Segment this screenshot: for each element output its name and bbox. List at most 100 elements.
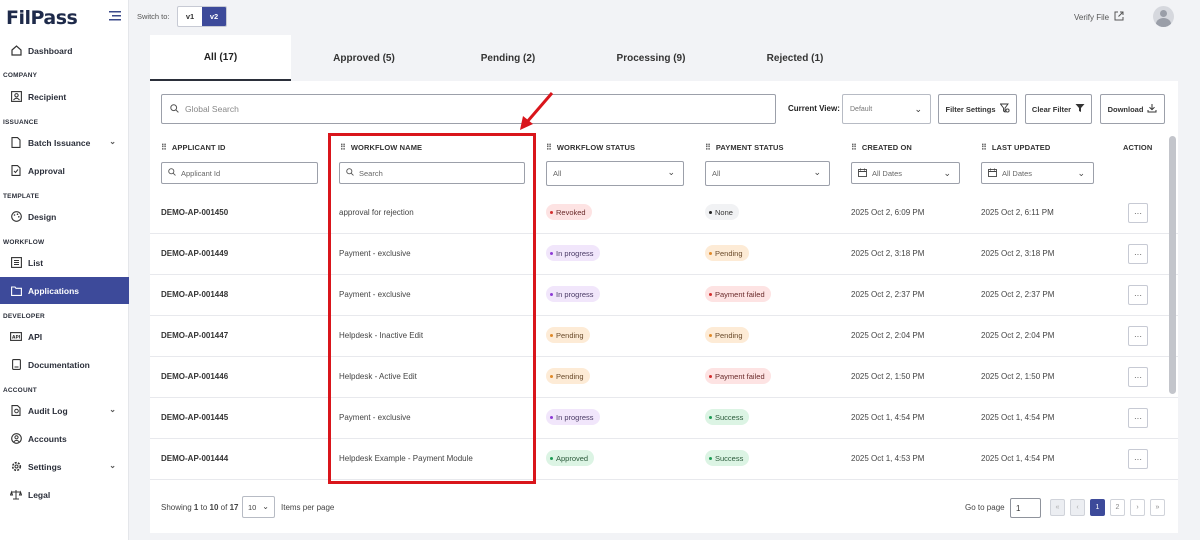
drag-handle-icon[interactable]: ⠿: [546, 143, 552, 152]
external-link-icon: [1114, 11, 1124, 23]
sidebar-item-documentation[interactable]: Documentation: [0, 351, 129, 378]
row-actions-button[interactable]: ···: [1128, 244, 1148, 264]
applicant-id-cell: DEMO-AP-001449: [161, 249, 229, 258]
verify-file-link[interactable]: Verify File: [1074, 11, 1124, 23]
column-title: PAYMENT STATUS: [715, 143, 784, 152]
go-to-page-input[interactable]: 1: [1010, 498, 1041, 518]
user-circle-icon: [10, 433, 22, 445]
sidebar-item-legal[interactable]: Legal: [0, 481, 129, 508]
filter-settings-button[interactable]: Filter Settings: [938, 94, 1017, 124]
status-dot-icon: [550, 210, 553, 214]
version-v2-button[interactable]: v2: [202, 7, 226, 26]
row-actions-button[interactable]: ···: [1128, 408, 1148, 428]
chevron-down-icon: ⌄: [813, 167, 821, 177]
table-row[interactable]: DEMO-AP-001448 Payment - exclusive 2025 Oc…: [150, 275, 1178, 316]
prev-page-button[interactable]: ‹: [1070, 499, 1085, 516]
column-header-applicant-id[interactable]: ⠿ APPLICANT ID: [161, 143, 226, 152]
table-row[interactable]: DEMO-AP-001445 Payment - exclusive 2025 Oc…: [150, 398, 1178, 439]
column-header-created-on[interactable]: ⠿ CREATED ON: [851, 143, 912, 152]
folder-icon: [10, 285, 22, 297]
status-dot-icon: [709, 210, 712, 214]
last-page-button[interactable]: »: [1150, 499, 1165, 516]
tab-rejected[interactable]: Rejected (1): [735, 35, 855, 81]
created-on-cell: 2025 Oct 1, 4:53 PM: [851, 454, 925, 463]
payment-status-filter-select[interactable]: All ⌄: [705, 161, 830, 186]
current-view-select[interactable]: Default ⌄: [842, 94, 931, 124]
menu-toggle-icon[interactable]: [109, 10, 121, 23]
chevron-down-icon[interactable]: ⌄: [109, 137, 116, 146]
download-button[interactable]: Download: [1100, 94, 1165, 124]
table-row[interactable]: DEMO-AP-001446 Helpdesk - Active Edit 2025…: [150, 357, 1178, 398]
switch-label: Switch to:: [137, 12, 170, 21]
sidebar-item-accounts[interactable]: Accounts: [0, 425, 129, 452]
drag-handle-icon[interactable]: ⠿: [161, 143, 167, 152]
sidebar-item-recipient[interactable]: Recipient: [0, 83, 129, 110]
sidebar-item-batch-issuance[interactable]: Batch Issuance ⌄: [0, 129, 129, 156]
avatar[interactable]: [1153, 6, 1174, 27]
sidebar-item-dashboard[interactable]: Dashboard: [0, 37, 129, 64]
sidebar-item-applications[interactable]: Applications: [0, 277, 129, 304]
table-row[interactable]: DEMO-AP-001447 Helpdesk - Inactive Edit 20…: [150, 316, 1178, 357]
page-2-button[interactable]: 2: [1110, 499, 1125, 516]
applicant-id-filter-placeholder: Applicant Id: [181, 168, 221, 178]
tab-all[interactable]: All (17): [150, 35, 291, 81]
sidebar-item-design[interactable]: Design: [0, 203, 129, 230]
column-header-last-updated[interactable]: ⠿ LAST UPDATED: [981, 143, 1050, 152]
first-page-button[interactable]: «: [1050, 499, 1065, 516]
table-row[interactable]: DEMO-AP-001444 Helpdesk Example - Payment…: [150, 439, 1178, 480]
column-header-workflow-status[interactable]: ⠿ WORKFLOW STATUS: [546, 143, 635, 152]
chevron-down-icon[interactable]: ⌄: [109, 461, 116, 470]
workflow-status-badge: In progress: [546, 409, 600, 425]
recipient-icon: [10, 91, 22, 103]
annotation-highlight-box: [328, 133, 536, 484]
status-text: None: [715, 207, 733, 217]
table-row[interactable]: DEMO-AP-001449 Payment - exclusive 2025 Oc…: [150, 234, 1178, 275]
workflow-status-filter-select[interactable]: All ⌄: [546, 161, 684, 186]
version-v1-button[interactable]: v1: [178, 7, 202, 26]
created-on-date-filter[interactable]: All Dates ⌄: [851, 162, 960, 184]
drag-handle-icon[interactable]: ⠿: [705, 143, 711, 152]
next-page-button[interactable]: ›: [1130, 499, 1145, 516]
showing-of-word: of: [220, 503, 228, 512]
section-template: TEMPLATE: [3, 193, 40, 200]
tab-processing[interactable]: Processing (9): [591, 35, 711, 81]
chevron-down-icon[interactable]: ⌄: [109, 405, 116, 414]
payment-status-filter-value: All: [712, 169, 721, 178]
items-per-page-select[interactable]: 10 ⌄: [242, 496, 275, 518]
sidebar-item-list[interactable]: List: [0, 249, 129, 276]
status-text: In progress: [556, 248, 594, 258]
global-search-input[interactable]: Global Search: [161, 94, 776, 124]
section-account: ACCOUNT: [3, 387, 37, 394]
filpass-logo[interactable]: FilPass: [6, 7, 78, 29]
created-on-cell: 2025 Oct 2, 2:04 PM: [851, 331, 925, 340]
drag-handle-icon[interactable]: ⠿: [851, 143, 857, 152]
tab-approved[interactable]: Approved (5): [304, 35, 424, 81]
section-issuance: ISSUANCE: [3, 119, 39, 126]
showing-prefix: Showing: [161, 503, 192, 512]
showing-to: 10: [209, 503, 219, 512]
row-actions-button[interactable]: ···: [1128, 203, 1148, 223]
tab-pending[interactable]: Pending (2): [448, 35, 568, 81]
created-on-cell: 2025 Oct 2, 1:50 PM: [851, 372, 925, 381]
table-row[interactable]: DEMO-AP-001450 approval for rejection 2025…: [150, 193, 1178, 234]
list-icon: [10, 257, 22, 269]
sidebar: FilPass Dashboard COMPANY Recipient ISSU…: [0, 0, 129, 540]
row-actions-button[interactable]: ···: [1128, 285, 1148, 305]
api-icon: API: [10, 331, 22, 343]
sidebar-item-settings[interactable]: Settings ⌄: [0, 453, 129, 480]
sidebar-item-approval[interactable]: Approval: [0, 157, 129, 184]
sidebar-item-label: Recipient: [28, 91, 67, 102]
row-actions-button[interactable]: ···: [1128, 367, 1148, 387]
row-actions-button[interactable]: ···: [1128, 326, 1148, 346]
table-scrollbar[interactable]: [1169, 136, 1176, 394]
applicant-id-filter-input[interactable]: Applicant Id: [161, 162, 318, 184]
drag-handle-icon[interactable]: ⠿: [981, 143, 987, 152]
last-updated-date-filter[interactable]: All Dates ⌄: [981, 162, 1094, 184]
row-actions-button[interactable]: ···: [1128, 449, 1148, 469]
column-header-payment-status[interactable]: ⠿ PAYMENT STATUS: [705, 143, 784, 152]
sidebar-item-audit-log[interactable]: Audit Log ⌄: [0, 397, 129, 424]
sidebar-item-api[interactable]: API API: [0, 323, 129, 350]
page-1-button[interactable]: 1: [1090, 499, 1105, 516]
download-icon: [1147, 103, 1157, 115]
clear-filter-button[interactable]: Clear Filter: [1025, 94, 1092, 124]
